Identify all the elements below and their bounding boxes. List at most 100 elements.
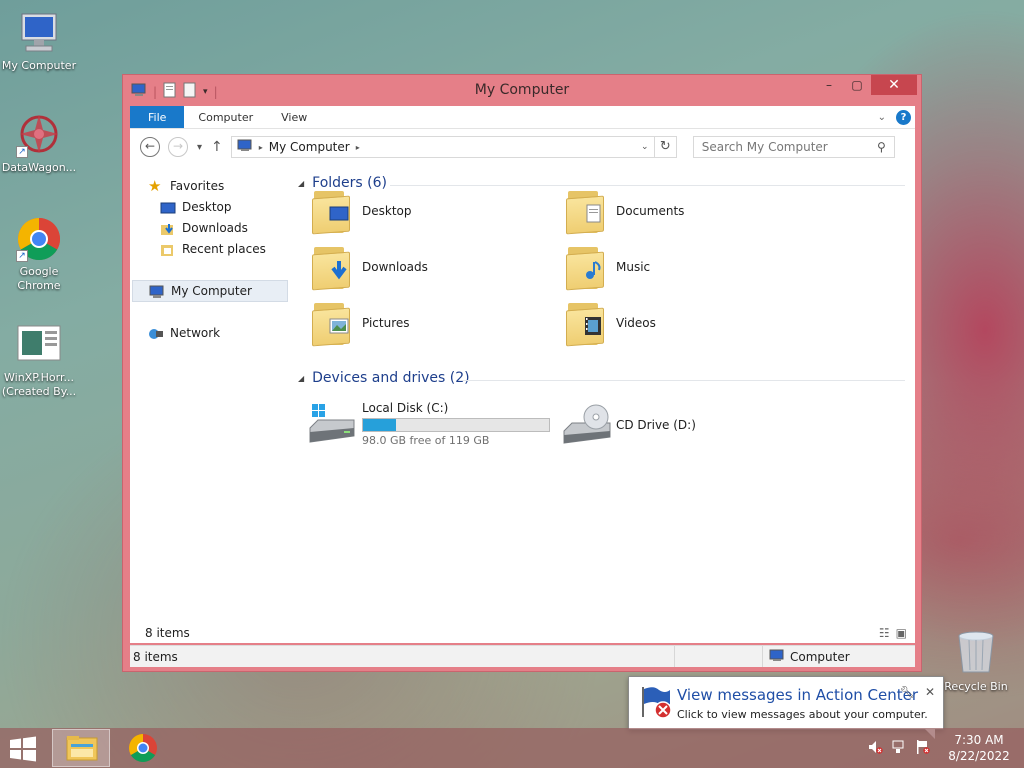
nav-label: Recent places xyxy=(182,242,266,256)
back-button[interactable]: ← xyxy=(140,137,160,157)
clock-date: 8/22/2022 xyxy=(948,749,1010,763)
drive-label: Local Disk (C:) xyxy=(362,401,449,415)
desktop-icon-my-computer[interactable]: My Computer xyxy=(0,10,78,73)
search-placeholder: Search My Computer xyxy=(701,140,828,154)
maximize-button[interactable]: ▢ xyxy=(843,75,871,95)
computer-small-icon xyxy=(237,139,253,155)
window-body: ★ Favorites Desktop Downloads Recent pla… xyxy=(130,165,915,641)
content-pane: ◢ Folders (6) Desktop Documents Download… xyxy=(290,165,915,605)
start-button[interactable] xyxy=(8,736,38,762)
documents-badge-icon xyxy=(582,203,604,225)
folder-tile-music[interactable]: Music xyxy=(564,243,650,291)
nav-label: Favorites xyxy=(170,179,225,193)
chrome-icon xyxy=(129,734,157,762)
breadcrumb-my-computer[interactable]: My Computer xyxy=(269,140,350,154)
disk-usage-fill xyxy=(363,419,397,431)
group-divider xyxy=(462,380,905,381)
title-bar[interactable]: | ▾ | My Computer – ▢ ✕ xyxy=(123,75,921,105)
folder-icon xyxy=(310,243,354,291)
window-controls: – ▢ ✕ xyxy=(815,75,917,95)
tab-file[interactable]: File xyxy=(130,106,185,128)
nav-recent-places[interactable]: Recent places xyxy=(160,238,266,260)
nav-label: My Computer xyxy=(171,284,252,298)
folder-icon xyxy=(310,187,354,235)
status-bar: 8 items Computer xyxy=(130,645,915,667)
folder-icon xyxy=(564,299,608,347)
drive-tile-cd-drive-d[interactable]: CD Drive (D:) xyxy=(562,403,696,447)
address-bar[interactable]: ▸ My Computer ▸ ⌄ xyxy=(230,136,655,158)
address-dropdown-icon[interactable]: ⌄ xyxy=(636,142,654,152)
desktop-icon-recycle-bin[interactable]: Recycle Bin xyxy=(940,630,1012,693)
recycle-bin-icon xyxy=(956,630,996,676)
volume-muted-icon[interactable] xyxy=(864,739,886,758)
cd-drive-icon xyxy=(562,403,612,447)
desktop-icon-winxp-file[interactable]: WinXP.Horr... (Created By... xyxy=(0,322,78,399)
action-center-notification[interactable]: View messages in Action Center Click to … xyxy=(628,676,944,739)
collapse-triangle-icon[interactable]: ◢ xyxy=(298,179,304,188)
folder-tile-videos[interactable]: Videos xyxy=(564,299,656,347)
nav-favorites[interactable]: ★ Favorites xyxy=(148,175,224,197)
nav-desktop[interactable]: Desktop xyxy=(160,196,232,218)
nav-downloads[interactable]: Downloads xyxy=(160,217,248,239)
taskbar-google-chrome[interactable] xyxy=(114,729,172,767)
help-icon[interactable]: ? xyxy=(896,109,911,125)
clock-time: 7:30 AM xyxy=(954,733,1004,747)
folder-tile-desktop[interactable]: Desktop xyxy=(310,187,412,235)
group-title: Devices and drives (2) xyxy=(312,370,470,386)
folder-tile-documents[interactable]: Documents xyxy=(564,187,684,235)
drive-tile-local-disk-c[interactable]: Local Disk (C:) 98.0 GB free of 119 GB xyxy=(308,401,550,447)
tab-computer[interactable]: Computer xyxy=(184,106,267,128)
recent-places-icon xyxy=(160,242,176,256)
folder-tile-downloads[interactable]: Downloads xyxy=(310,243,428,291)
action-center-tray-icon[interactable] xyxy=(912,739,934,758)
refresh-button[interactable]: ↻ xyxy=(654,136,677,158)
status-items: 8 items xyxy=(130,646,675,667)
nav-label: Downloads xyxy=(182,221,248,235)
devices-group-header[interactable]: ◢ Devices and drives (2) xyxy=(298,370,470,386)
nav-my-computer[interactable]: My Computer xyxy=(132,280,288,302)
music-note-icon xyxy=(582,259,604,281)
folder-tile-pictures[interactable]: Pictures xyxy=(310,299,410,347)
desktop-badge-icon xyxy=(328,203,350,225)
group-divider xyxy=(390,185,905,186)
collapse-triangle-icon[interactable]: ◢ xyxy=(298,374,304,383)
desktop-icon-label: Google Chrome xyxy=(17,265,61,292)
tab-view[interactable]: View xyxy=(267,106,321,128)
wrench-icon[interactable]: 🔧︎ xyxy=(900,685,915,699)
close-icon[interactable]: ✕ xyxy=(925,685,935,699)
nav-label: Network xyxy=(170,326,221,340)
expand-ribbon-icon[interactable]: ⌄ xyxy=(878,112,886,123)
large-icons-view-icon[interactable]: ▣ xyxy=(896,626,907,640)
notification-title: View messages in Action Center xyxy=(677,686,919,704)
breadcrumb-separator-icon[interactable]: ▸ xyxy=(356,143,360,152)
desktop-icon-label: Recycle Bin xyxy=(944,680,1008,693)
close-button[interactable]: ✕ xyxy=(871,75,917,95)
computer-icon xyxy=(16,10,62,56)
breadcrumb-separator-icon[interactable]: ▸ xyxy=(259,143,263,152)
download-arrow-icon xyxy=(328,259,350,281)
details-view-icon[interactable]: ☷ xyxy=(879,626,890,640)
desktop-icon xyxy=(160,200,176,214)
desktop-icon-datawagon[interactable]: ↗ DataWagon... xyxy=(0,112,78,175)
search-input[interactable]: Search My Computer ⚲ xyxy=(692,136,895,158)
folder-label: Desktop xyxy=(362,204,412,218)
desktop-icon-google-chrome[interactable]: ↗ Google Chrome xyxy=(0,216,78,293)
taskbar-file-explorer[interactable] xyxy=(52,729,110,767)
up-arrow-icon[interactable]: ↑ xyxy=(211,139,223,155)
network-icon xyxy=(148,326,164,340)
action-center-flag-icon xyxy=(639,685,673,719)
drive-free-space: 98.0 GB free of 119 GB xyxy=(362,434,490,447)
downloads-icon xyxy=(160,221,176,235)
datawagon-icon: ↗ xyxy=(16,112,62,158)
recent-locations-dropdown-icon[interactable]: ▾ xyxy=(197,142,202,153)
clock[interactable]: 7:30 AM 8/22/2022 xyxy=(934,732,1024,764)
network-tray-icon[interactable] xyxy=(886,739,912,758)
search-icon: ⚲ xyxy=(876,140,886,154)
navigation-pane: ★ Favorites Desktop Downloads Recent pla… xyxy=(130,165,290,605)
windows-logo-icon xyxy=(10,736,36,762)
disk-usage-bar xyxy=(362,418,550,432)
nav-network[interactable]: Network xyxy=(148,322,220,344)
forward-button[interactable]: → xyxy=(168,137,188,157)
items-count: 8 items xyxy=(145,626,190,640)
minimize-button[interactable]: – xyxy=(815,75,843,95)
